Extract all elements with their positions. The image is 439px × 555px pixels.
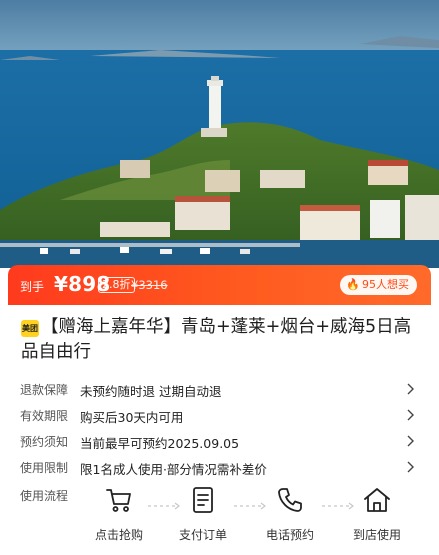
info-row-label: 使用限制 [20, 461, 69, 475]
flow-step-call: 电话预约 [255, 485, 325, 543]
info-row-value: 当前最早可预约2025.09.05 [80, 436, 240, 451]
want-count-label: 95人想买 [362, 278, 409, 291]
flow-step-pay: 支付订单 [168, 485, 238, 543]
info-row-restriction[interactable]: 使用限制 限1名成人使用·部分情况需补差价 [8, 457, 431, 479]
want-count-badge: 🔥 95人想买 [340, 275, 417, 295]
info-row-label: 有效期限 [20, 409, 69, 423]
product-title: 【赠海上嘉年华】青岛+蓬莱+烟台+威海5日高品自由行 [21, 317, 412, 362]
cart-icon [106, 489, 131, 512]
info-row-value: 未预约随时退 过期自动退 [80, 384, 222, 399]
order-icon [193, 487, 213, 513]
chevron-right-icon [407, 409, 414, 421]
info-row-booking[interactable]: 预约须知 当前最早可预约2025.09.05 [8, 431, 431, 453]
info-row-value: 限1名成人使用·部分情况需补差价 [80, 462, 267, 477]
info-row-refund[interactable]: 退款保障 未预约随时退 过期自动退 [8, 379, 431, 401]
store-icon [364, 488, 390, 512]
flow-step-use: 到店使用 [342, 485, 412, 543]
info-row-validity[interactable]: 有效期限 购买后30天内可用 [8, 405, 431, 427]
chevron-right-icon [407, 461, 414, 473]
flow-label: 使用流程 [20, 489, 69, 503]
flow-step-label: 点击抢购 [94, 528, 143, 542]
fire-icon: 🔥 [346, 278, 360, 291]
flow-step-buy: 点击抢购 [84, 485, 154, 543]
chevron-right-icon [407, 435, 414, 447]
info-row-value: 购买后30天内可用 [80, 410, 184, 425]
price-prefix: 到手 [20, 280, 45, 294]
info-row-label: 退款保障 [20, 383, 69, 397]
discount-badge: 2.8折 [98, 277, 135, 293]
info-row-label: 预约须知 [20, 435, 69, 449]
flow-step-label: 支付订单 [178, 528, 227, 542]
flow-step-label: 电话预约 [265, 528, 314, 542]
product-card: 美团 【赠海上嘉年华】青岛+蓬莱+烟台+威海5日高品自由行 退款保障 未预约随时… [8, 305, 431, 555]
price-bar: 到手 ¥898 2.8折 ¥3316 🔥 95人想买 [8, 265, 431, 305]
phone-icon [278, 488, 302, 512]
original-price: ¥3316 [131, 278, 168, 292]
chevron-right-icon [407, 383, 414, 395]
flow-step-label: 到店使用 [352, 528, 401, 542]
hero-image [0, 0, 439, 268]
